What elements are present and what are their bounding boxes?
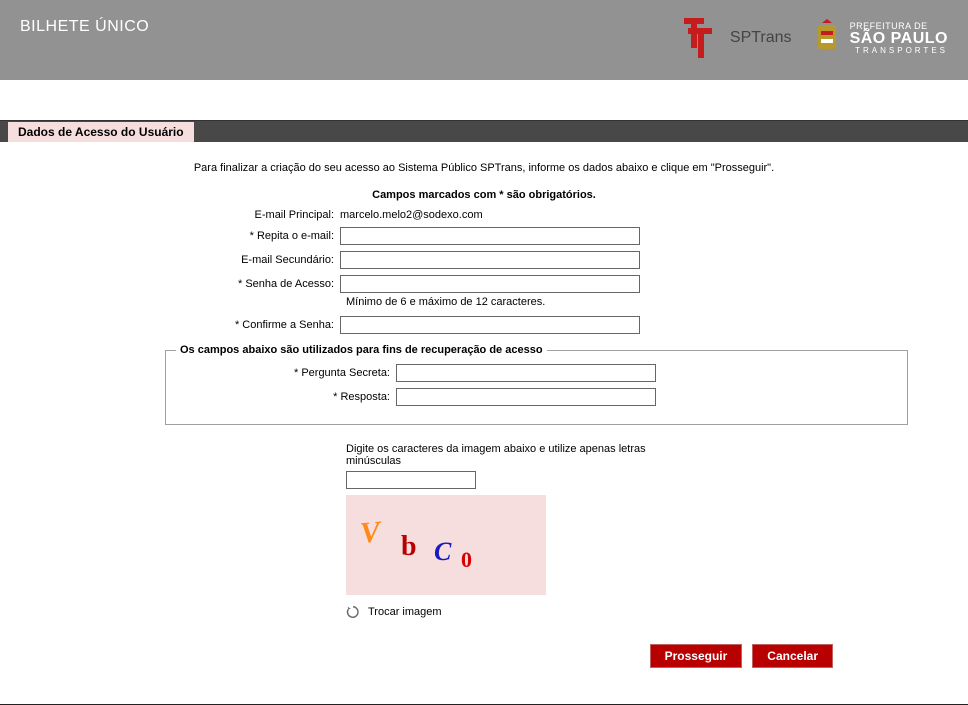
intro-text: Para finalizar a criação do seu acesso a…	[0, 162, 968, 174]
captcha-image: V b C 0	[346, 495, 546, 595]
app-title: BILHETE ÚNICO	[20, 18, 149, 36]
required-note: Campos marcados com * são obrigatórios.	[0, 189, 968, 201]
resposta-label: * Resposta:	[176, 391, 396, 403]
confirme-senha-input[interactable]	[340, 316, 640, 334]
captcha-char-3: 0	[461, 547, 472, 572]
repita-email-label: * Repita o e-mail:	[0, 230, 340, 242]
pergunta-secreta-label: * Pergunta Secreta:	[176, 367, 396, 379]
prefeitura-line3: TRANSPORTES	[850, 47, 948, 55]
captcha-char-0: V	[359, 515, 385, 550]
sptrans-text: SPTrans	[730, 29, 792, 47]
button-row: Prosseguir Cancelar	[0, 644, 968, 668]
header-logos: SPTrans PREFEITURA DE SÃO PAULO TRANSPOR…	[684, 18, 948, 58]
refresh-icon	[346, 605, 360, 619]
prosseguir-button[interactable]: Prosseguir	[650, 644, 743, 668]
confirme-senha-label: * Confirme a Senha:	[0, 319, 340, 331]
cancelar-button[interactable]: Cancelar	[752, 644, 833, 668]
captcha-refresh-label: Trocar imagem	[368, 606, 442, 618]
main-content: Para finalizar a criação do seu acesso a…	[0, 142, 968, 698]
prefeitura-line2: SÃO PAULO	[850, 31, 948, 47]
recovery-legend: Os campos abaixo são utilizados para fin…	[176, 344, 547, 356]
senha-label: * Senha de Acesso:	[0, 278, 340, 290]
resposta-input[interactable]	[396, 388, 656, 406]
senha-input[interactable]	[340, 275, 640, 293]
email-secundario-input[interactable]	[340, 251, 640, 269]
email-secundario-label: E-mail Secundário:	[0, 254, 340, 266]
captcha-char-2: C	[434, 537, 452, 566]
repita-email-input[interactable]	[340, 227, 640, 245]
captcha-refresh[interactable]: Trocar imagem	[346, 605, 646, 619]
senha-hint: Mínimo de 6 e máximo de 12 caracteres.	[346, 296, 968, 308]
captcha-instruction: Digite os caracteres da imagem abaixo e …	[346, 443, 646, 467]
pergunta-secreta-input[interactable]	[396, 364, 656, 382]
section-label: Dados de Acesso do Usuário	[8, 122, 194, 142]
prefeitura-logo: PREFEITURA DE SÃO PAULO TRANSPORTES	[812, 19, 948, 57]
recovery-fieldset: Os campos abaixo são utilizados para fin…	[165, 344, 908, 425]
captcha-input[interactable]	[346, 471, 476, 489]
captcha-char-1: b	[401, 531, 417, 562]
email-principal-value: marcelo.melo2@sodexo.com	[340, 209, 483, 221]
header-bar: BILHETE ÚNICO SPTrans PREFEITURA DE SÃO …	[0, 0, 968, 80]
email-principal-label: E-mail Principal:	[0, 209, 340, 221]
section-bar: Dados de Acesso do Usuário	[0, 120, 968, 142]
captcha-block: Digite os caracteres da imagem abaixo e …	[346, 443, 646, 619]
sptrans-logo: SPTrans	[684, 18, 792, 58]
